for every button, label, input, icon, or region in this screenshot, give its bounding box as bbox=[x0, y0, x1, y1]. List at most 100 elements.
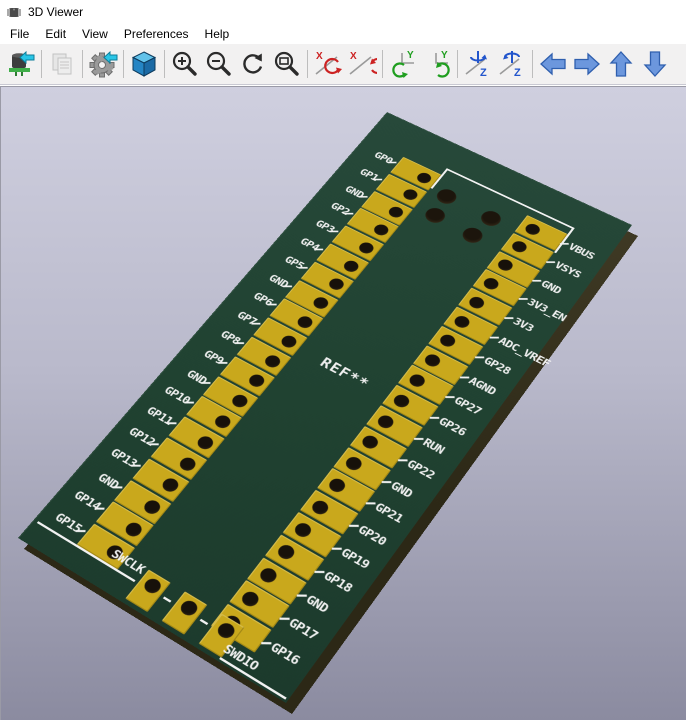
pin-label-gp5: GP5 bbox=[264, 245, 306, 271]
move-right-arrow-icon bbox=[573, 50, 601, 78]
rotate-x-counterclockwise-button[interactable]: X bbox=[345, 47, 379, 81]
move-up-arrow-icon bbox=[607, 50, 635, 78]
move-left-arrow-icon bbox=[539, 50, 567, 78]
pcb-top-face: GP0VBUSGP1VSYSGNDGNDGP23V3_ENGP33V3GP4AD… bbox=[18, 112, 632, 703]
toolbar-separator bbox=[41, 50, 42, 78]
pin-pointer bbox=[518, 298, 527, 300]
pin-pointer bbox=[200, 619, 209, 625]
toolbar-separator bbox=[123, 50, 124, 78]
reload-board-icon bbox=[7, 50, 35, 78]
toolbar-separator bbox=[382, 50, 383, 78]
svg-text:Y: Y bbox=[407, 50, 414, 61]
rotate-y-clockwise-button[interactable]: Y bbox=[386, 47, 420, 81]
zoom-in-button[interactable] bbox=[168, 47, 202, 81]
redraw-button[interactable] bbox=[236, 47, 270, 81]
mounting-hole bbox=[478, 208, 505, 228]
toolbar-separator bbox=[307, 50, 308, 78]
pin-pointer bbox=[490, 337, 499, 339]
rotate-y-counterclockwise-button[interactable]: Y bbox=[420, 47, 454, 81]
copy-image-icon bbox=[49, 51, 75, 77]
redraw-icon bbox=[239, 50, 267, 78]
rotate-x-clockwise-button[interactable]: X bbox=[311, 47, 345, 81]
menu-item-file[interactable]: File bbox=[2, 25, 37, 43]
pin-pointer bbox=[398, 459, 408, 461]
pin-pointer bbox=[261, 642, 271, 644]
3d-viewport[interactable]: GP0VBUSGP1VSYSGNDGNDGP23V3_ENGP33V3GP4AD… bbox=[0, 86, 686, 720]
svg-text:Y: Y bbox=[441, 50, 448, 61]
pin-label-gp14: GP14 bbox=[58, 482, 103, 514]
title-bar: 3D Viewer bbox=[0, 0, 686, 23]
menu-bar: FileEditViewPreferencesHelp bbox=[0, 23, 686, 44]
render-options-button[interactable] bbox=[86, 47, 120, 81]
pin-label-gp8: GP8 bbox=[200, 319, 243, 347]
reload-board-button[interactable] bbox=[4, 47, 38, 81]
menu-item-edit[interactable]: Edit bbox=[37, 25, 74, 43]
menu-item-view[interactable]: View bbox=[74, 25, 116, 43]
pin-label-gp9: GP9 bbox=[183, 339, 226, 367]
pin-label-gnd: GND bbox=[166, 358, 209, 387]
mounting-hole bbox=[459, 225, 486, 246]
rotate-y-clockwise-icon: Y bbox=[388, 49, 418, 79]
pin-label-gp13: GP13 bbox=[95, 439, 139, 470]
pin-label-gp4: GP4 bbox=[280, 228, 322, 254]
rotate-z-clockwise-icon: Z bbox=[463, 49, 493, 79]
toolbar-separator bbox=[532, 50, 533, 78]
rotate-y-counterclockwise-icon: Y bbox=[422, 49, 452, 79]
svg-text:Z: Z bbox=[480, 67, 487, 79]
pin-label-gp7: GP7 bbox=[216, 300, 259, 327]
pin-pointer bbox=[332, 548, 342, 550]
svg-text:X: X bbox=[316, 51, 323, 62]
toolbar-separator bbox=[82, 50, 83, 78]
toolbar: X X Y Y bbox=[0, 44, 686, 85]
app-chip-icon bbox=[6, 4, 22, 20]
toolbar-separator bbox=[457, 50, 458, 78]
rotate-x-counterclockwise-icon: X bbox=[347, 49, 377, 79]
move-left-button[interactable] bbox=[536, 47, 570, 81]
pin-pointer bbox=[430, 417, 440, 419]
mounting-hole bbox=[433, 187, 459, 207]
menu-item-help[interactable]: Help bbox=[197, 25, 238, 43]
copy-image-button[interactable] bbox=[45, 47, 79, 81]
move-down-button[interactable] bbox=[638, 47, 672, 81]
move-right-button[interactable] bbox=[570, 47, 604, 81]
pin-label-gp10: GP10 bbox=[149, 378, 193, 407]
rotate-z-clockwise-button[interactable]: Z bbox=[461, 47, 495, 81]
pin-label-gp3: GP3 bbox=[295, 210, 336, 235]
toolbar-separator bbox=[164, 50, 165, 78]
zoom-out-button[interactable] bbox=[202, 47, 236, 81]
render-current-view-button[interactable] bbox=[127, 47, 161, 81]
pin-pointer bbox=[475, 356, 484, 358]
pin-label-gp12: GP12 bbox=[113, 419, 157, 449]
pin-pointer bbox=[349, 525, 359, 527]
pin-pointer bbox=[382, 481, 392, 483]
zoom-in-icon bbox=[171, 50, 199, 78]
zoom-to-fit-button[interactable] bbox=[270, 47, 304, 81]
zoom-out-icon bbox=[205, 50, 233, 78]
move-down-arrow-icon bbox=[641, 50, 669, 78]
pin-label-gp11: GP11 bbox=[131, 398, 175, 428]
menu-item-preferences[interactable]: Preferences bbox=[116, 25, 197, 43]
reference-designator-label: REF** bbox=[299, 346, 390, 402]
mounting-hole bbox=[422, 205, 449, 225]
render-cube-icon bbox=[130, 50, 158, 78]
pin-pointer bbox=[315, 571, 325, 573]
move-up-button[interactable] bbox=[604, 47, 638, 81]
svg-text:Z: Z bbox=[514, 67, 521, 79]
pin-label-gp2: GP2 bbox=[310, 193, 351, 218]
pin-label-gnd: GND bbox=[325, 176, 366, 200]
zoom-to-fit-icon bbox=[273, 50, 301, 78]
pin-pointer bbox=[414, 438, 424, 440]
pin-pointer bbox=[532, 280, 541, 282]
pin-label-gnd: GND bbox=[77, 460, 122, 491]
pin-label-gp0: GP0 bbox=[354, 142, 394, 166]
pin-pointer bbox=[546, 261, 555, 263]
pin-label-gp1: GP1 bbox=[340, 159, 381, 183]
silkscreen-outline-top bbox=[446, 168, 575, 229]
rotate-z-counterclockwise-button[interactable]: Z bbox=[495, 47, 529, 81]
pin-pointer bbox=[297, 594, 307, 596]
pin-pointer bbox=[366, 503, 376, 505]
pin-pointer bbox=[279, 618, 289, 620]
rotate-x-clockwise-icon: X bbox=[313, 49, 343, 79]
svg-text:X: X bbox=[350, 51, 357, 62]
pin-label-gp6: GP6 bbox=[232, 282, 274, 309]
